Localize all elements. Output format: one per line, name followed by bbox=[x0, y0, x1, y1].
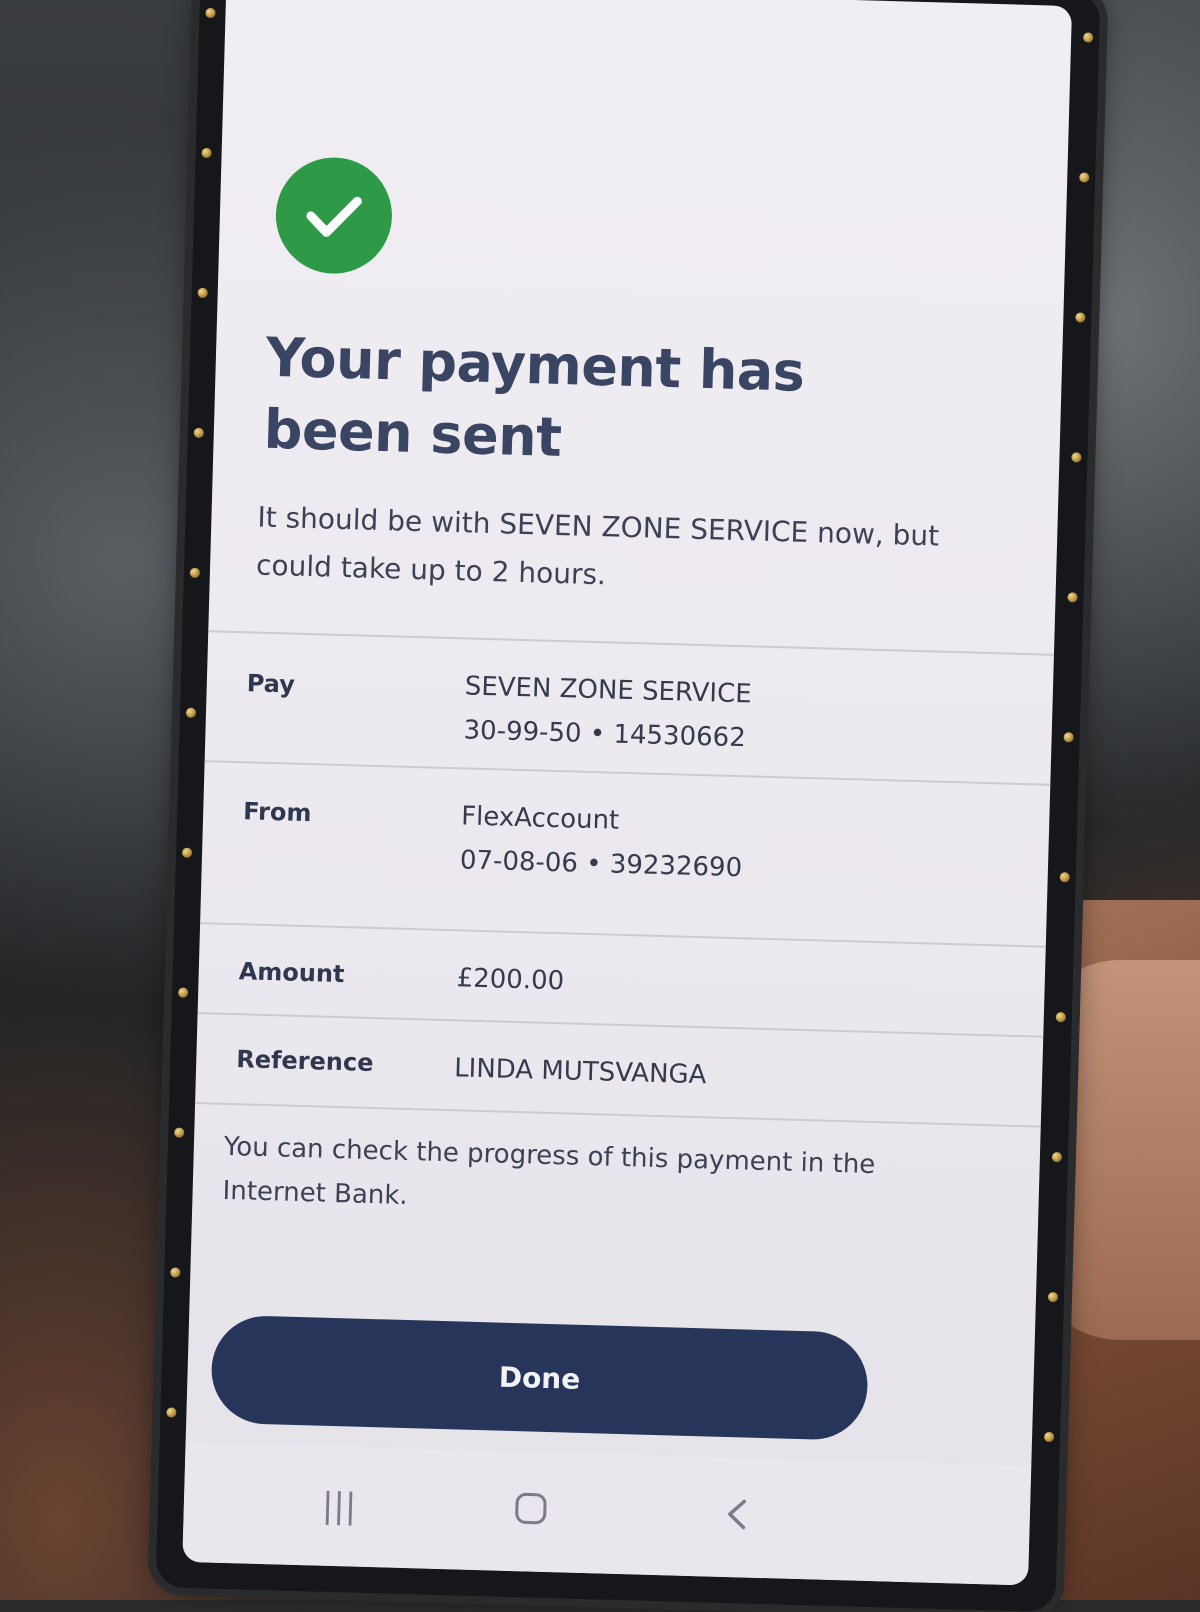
case-stud bbox=[201, 147, 212, 159]
checkmark-icon bbox=[306, 196, 362, 237]
back-icon[interactable] bbox=[721, 1497, 752, 1541]
success-check-icon bbox=[274, 155, 394, 276]
case-stud bbox=[1043, 1431, 1055, 1443]
case-stud bbox=[1059, 872, 1070, 883]
case-stud bbox=[170, 1267, 181, 1278]
detail-label: Reference bbox=[235, 1045, 374, 1077]
detail-value-secondary: 07-08-06 • 39232690 bbox=[459, 845, 743, 884]
recents-icon[interactable]: ||| bbox=[321, 1486, 356, 1527]
detail-label: Amount bbox=[238, 957, 345, 989]
detail-row-pay: Pay SEVEN ZONE SERVICE 30-99-50 • 145306… bbox=[204, 630, 1054, 784]
detail-value: FlexAccount bbox=[460, 801, 620, 836]
case-stud bbox=[1079, 172, 1090, 183]
amount-value: £200.00 bbox=[456, 963, 565, 997]
case-stud bbox=[1071, 452, 1082, 463]
case-stud bbox=[1063, 732, 1074, 743]
case-stud bbox=[185, 707, 197, 718]
done-button[interactable]: Done bbox=[210, 1314, 869, 1441]
case-stud bbox=[166, 1407, 177, 1418]
case-stud bbox=[178, 987, 189, 998]
page-title: Your payment has been sent bbox=[263, 325, 806, 469]
confirmation-subtitle: It should be with SEVEN ZONE SERVICE now… bbox=[255, 500, 940, 592]
case-stud bbox=[1047, 1291, 1059, 1303]
case-stud bbox=[1083, 32, 1094, 43]
case-stud bbox=[197, 287, 208, 299]
android-navigation-bar: ||| bbox=[182, 1441, 1032, 1586]
case-stud bbox=[189, 567, 201, 578]
case-stud bbox=[174, 1127, 185, 1138]
case-stud bbox=[193, 427, 204, 439]
detail-row-from: From FlexAccount 07-08-06 • 39232690 bbox=[201, 760, 1051, 912]
case-stud bbox=[181, 847, 193, 858]
detail-label: Pay bbox=[246, 669, 296, 699]
app-screen: Your payment has been sent It should be … bbox=[182, 0, 1073, 1586]
case-stud bbox=[1067, 592, 1078, 603]
case-stud bbox=[1075, 312, 1086, 323]
detail-value: SEVEN ZONE SERVICE bbox=[464, 671, 753, 710]
progress-note: You can check the progress of this payme… bbox=[222, 1131, 876, 1212]
phone-case: Your payment has been sent It should be … bbox=[155, 0, 1101, 1612]
case-stud bbox=[1051, 1151, 1063, 1163]
detail-label: From bbox=[242, 797, 312, 828]
detail-value-secondary: 30-99-50 • 14530662 bbox=[463, 715, 747, 754]
reference-value: LINDA MUTSVANGA bbox=[453, 1053, 707, 1091]
case-stud bbox=[205, 7, 216, 19]
home-icon[interactable] bbox=[513, 1491, 548, 1535]
case-stud bbox=[1055, 1012, 1066, 1023]
